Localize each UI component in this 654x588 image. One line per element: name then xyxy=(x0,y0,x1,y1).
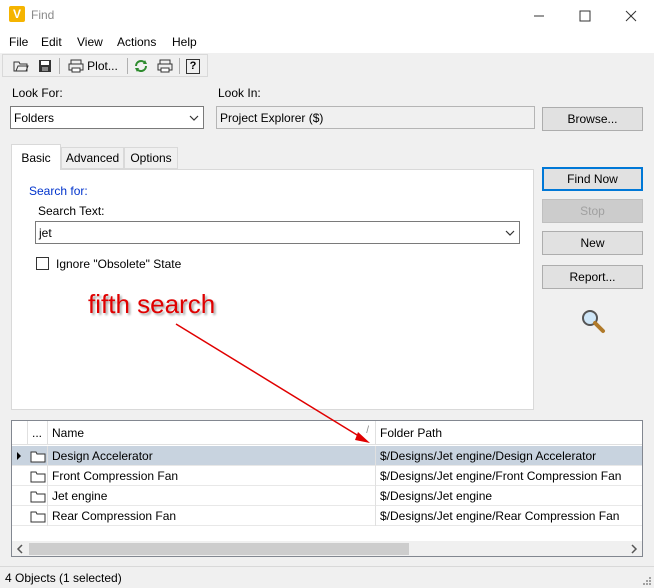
tab-advanced[interactable]: Advanced xyxy=(61,147,124,169)
refresh-button[interactable] xyxy=(131,57,151,75)
menu-bar: File Edit View Actions Help xyxy=(0,31,654,53)
maximize-icon xyxy=(579,10,591,21)
menu-edit[interactable]: Edit xyxy=(41,35,62,49)
look-for-value: Folders xyxy=(14,111,55,125)
row-header-corner xyxy=(12,421,28,445)
printer-icon xyxy=(68,59,84,73)
scroll-left-icon xyxy=(16,544,23,554)
vault-app-icon: V xyxy=(9,6,25,22)
look-for-select[interactable]: Folders xyxy=(10,106,204,129)
status-text: 4 Objects (1 selected) xyxy=(5,571,122,585)
look-for-label: Look For: xyxy=(12,86,63,100)
search-magnifier-icon xyxy=(580,308,606,334)
title-bar: V Find xyxy=(0,0,654,31)
column-header-folder-path[interactable]: Folder Path xyxy=(376,421,642,445)
report-button[interactable]: Report... xyxy=(542,265,643,289)
look-in-value: Project Explorer ($) xyxy=(220,111,324,125)
find-now-button[interactable]: Find Now xyxy=(542,167,643,191)
toolbar: Plot... ? xyxy=(2,54,208,77)
search-text-input[interactable]: jet xyxy=(35,221,520,244)
menu-view[interactable]: View xyxy=(77,35,103,49)
save-button[interactable] xyxy=(35,57,55,75)
folder-icon xyxy=(28,466,48,486)
tab-basic[interactable]: Basic xyxy=(11,144,61,170)
row-folder-path: $/Designs/Jet engine xyxy=(380,489,493,503)
chevron-down-icon xyxy=(189,115,199,121)
minimize-button[interactable] xyxy=(516,0,562,31)
open-folder-icon xyxy=(13,61,29,72)
table-row[interactable]: Front Compression Fan $/Designs/Jet engi… xyxy=(12,466,642,486)
row-name: Design Accelerator xyxy=(48,446,376,466)
column-chooser[interactable]: ... xyxy=(28,421,48,445)
row-folder-path: $/Designs/Jet engine/Design Accelerator xyxy=(380,449,597,463)
row-folder-path: $/Designs/Jet engine/Rear Compression Fa… xyxy=(380,509,620,523)
maximize-button[interactable] xyxy=(562,0,608,31)
resize-grip-icon xyxy=(643,577,651,585)
column-header-name[interactable]: Name / xyxy=(48,421,376,445)
plot-label: Plot... xyxy=(87,59,118,73)
folder-icon xyxy=(28,486,48,506)
menu-actions[interactable]: Actions xyxy=(117,35,156,49)
folder-icon xyxy=(28,446,48,466)
window-title: Find xyxy=(31,8,55,22)
toolbar-separator xyxy=(59,58,60,74)
status-bar: 4 Objects (1 selected) xyxy=(0,566,654,588)
ignore-obsolete-label: Ignore "Obsolete" State xyxy=(56,257,182,271)
search-text-value: jet xyxy=(39,226,52,240)
sort-indicator-icon: / xyxy=(366,425,369,436)
row-name: Rear Compression Fan xyxy=(48,506,376,526)
table-row[interactable]: Jet engine $/Designs/Jet engine xyxy=(12,486,642,506)
row-name: Front Compression Fan xyxy=(48,466,376,486)
close-icon xyxy=(625,10,637,21)
plot-button[interactable]: Plot... xyxy=(63,57,123,75)
search-text-label: Search Text: xyxy=(38,204,105,218)
ignore-obsolete-checkbox[interactable] xyxy=(36,257,49,270)
row-name: Jet engine xyxy=(48,486,376,506)
search-for-heading: Search for: xyxy=(29,184,88,198)
menu-file[interactable]: File xyxy=(9,35,28,49)
tab-options[interactable]: Options xyxy=(124,147,178,169)
annotation-text: fifth search xyxy=(88,289,216,319)
scrollbar-thumb[interactable] xyxy=(29,543,409,555)
table-row[interactable]: Rear Compression Fan $/Designs/Jet engin… xyxy=(12,506,642,526)
save-icon xyxy=(39,60,51,72)
results-grid: ... Name / Folder Path Design Accelerato… xyxy=(11,420,643,557)
scroll-right-icon xyxy=(631,544,638,554)
minimize-icon xyxy=(534,15,544,16)
new-button[interactable]: New xyxy=(542,231,643,255)
horizontal-scrollbar[interactable] xyxy=(12,541,642,556)
toolbar-separator xyxy=(127,58,128,74)
print-button[interactable] xyxy=(155,57,175,75)
folder-icon xyxy=(28,506,48,526)
row-folder-path: $/Designs/Jet engine/Front Compression F… xyxy=(380,469,622,483)
look-in-field[interactable]: Project Explorer ($) xyxy=(216,106,535,129)
close-button[interactable] xyxy=(608,0,654,31)
look-in-label: Look In: xyxy=(218,86,261,100)
browse-button[interactable]: Browse... xyxy=(542,107,643,131)
chevron-down-icon xyxy=(505,230,515,236)
current-row-indicator-icon xyxy=(17,452,21,460)
table-row[interactable]: Design Accelerator $/Designs/Jet engine/… xyxy=(12,446,642,466)
toolbar-separator xyxy=(179,58,180,74)
open-button[interactable] xyxy=(11,57,31,75)
menu-help[interactable]: Help xyxy=(172,35,197,49)
column-name-label: Name xyxy=(52,426,85,440)
refresh-icon xyxy=(135,60,147,72)
printer-icon xyxy=(157,59,173,73)
help-icon: ? xyxy=(186,58,200,74)
grid-header: ... Name / Folder Path xyxy=(12,421,642,445)
help-button[interactable]: ? xyxy=(184,57,202,75)
stop-button[interactable]: Stop xyxy=(542,199,643,223)
